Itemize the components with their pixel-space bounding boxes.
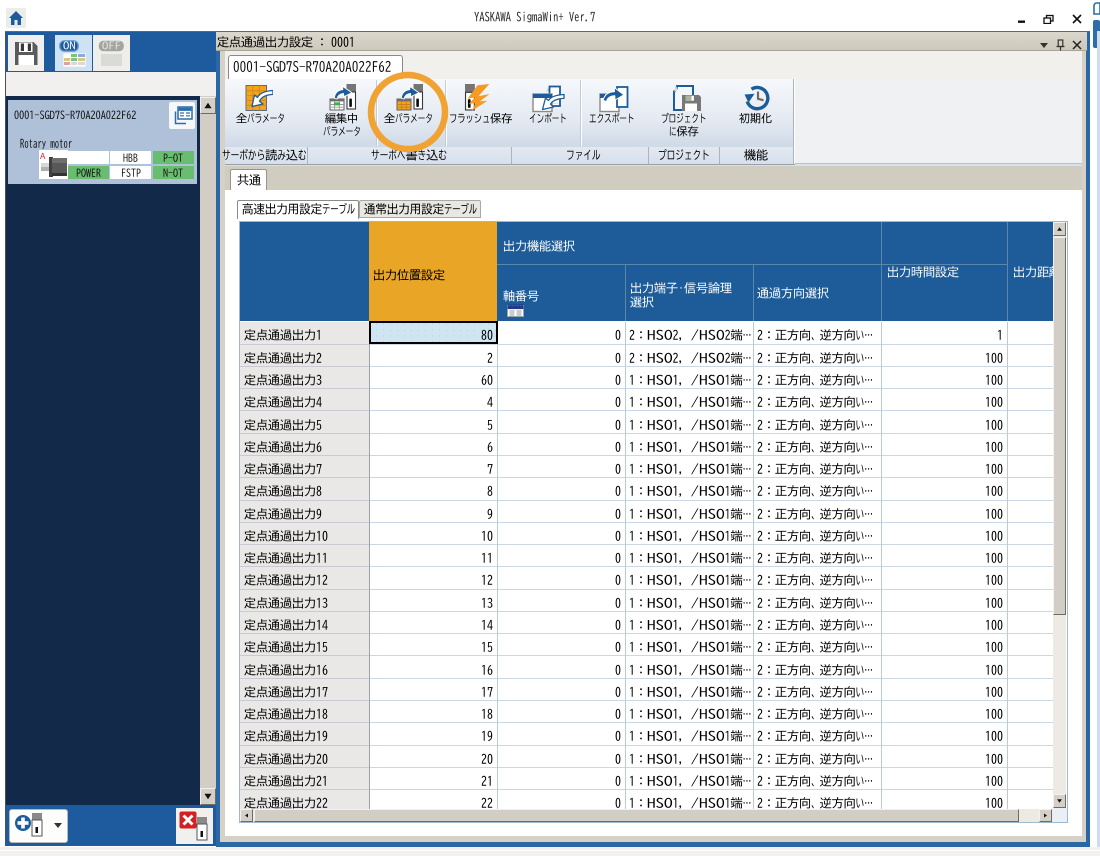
svg-text:A: A <box>40 152 46 161</box>
